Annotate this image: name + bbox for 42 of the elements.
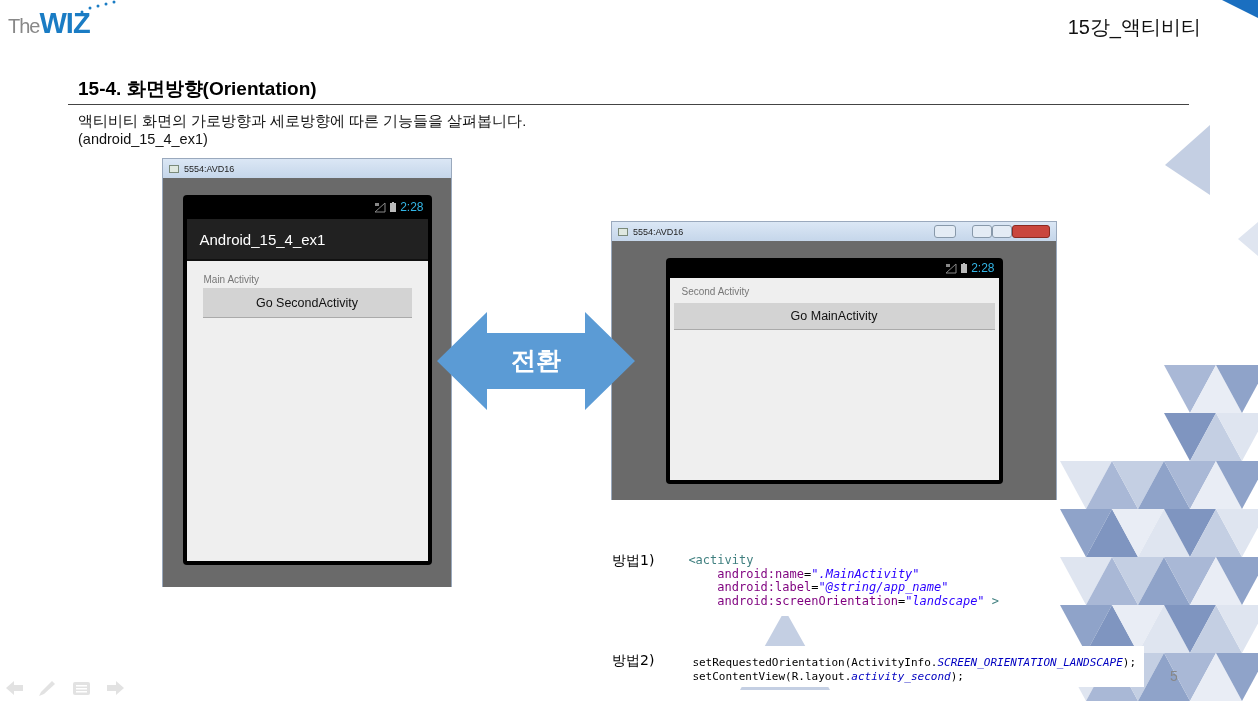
logo-text: WIZ [39, 8, 90, 38]
app-icon [618, 227, 628, 236]
arrow-label: 전환 [510, 345, 562, 376]
forward-arrow-icon[interactable] [106, 681, 124, 695]
app-icon [169, 164, 179, 173]
description-text: 액티비티 화면의 가로방향과 세로방향에 따른 기능들을 살펴봅니다. [78, 112, 527, 130]
maximize-button[interactable] [992, 225, 1012, 238]
app-title: Android_15_4_ex1 [199, 230, 326, 248]
clock-time: 2:28 [400, 200, 424, 214]
corner-triangle [1222, 0, 1258, 18]
signal-icon [374, 201, 387, 213]
signal-icon [945, 262, 958, 274]
method-label: 방법2) [612, 652, 655, 670]
activity-button[interactable]: Go SecondActivity [202, 288, 412, 318]
page-number: 5 [1170, 668, 1178, 684]
activity-button[interactable]: Go MainActivity [673, 303, 995, 330]
double-arrow-icon [437, 312, 635, 410]
code-line: android:label="@string/app_name" [716, 581, 950, 595]
close-button[interactable] [1012, 225, 1050, 238]
slide-title: 15-4. 화면방향(Orientation) [78, 77, 317, 101]
code-line: setContentView(R.layout.activity_second); [692, 669, 965, 683]
chapter-title: 15강_액티비티 [1067, 15, 1201, 41]
activity-label: Main Activity [202, 274, 261, 285]
battery-icon [961, 263, 968, 273]
sparkle-icon [78, 0, 118, 14]
back-arrow-icon[interactable] [6, 681, 24, 695]
window-title: 5554:AVD16 [633, 226, 684, 237]
clock-time: 2:28 [971, 261, 995, 275]
pen-icon[interactable] [39, 681, 55, 696]
code-line: <activity [688, 554, 755, 568]
project-name: (android_15_4_ex1) [78, 130, 209, 148]
battery-icon [390, 202, 397, 212]
code-line: setRequestedOrientation(ActivityInfo.SCREEN_ORIENTATION_LANDSCAPE); [692, 656, 1137, 670]
menu-icon[interactable] [73, 682, 90, 695]
activity-label: Second Activity [680, 286, 751, 297]
rotate-button[interactable] [934, 225, 956, 238]
method-label: 방법1) [612, 552, 655, 570]
code-line: android:screenOrientation="landscape" > [716, 594, 1000, 608]
window-title: 5554:AVD16 [184, 163, 235, 174]
code-line: android:name=".MainActivity" [717, 567, 920, 581]
minimize-button[interactable] [972, 225, 992, 238]
logo-text: The [8, 15, 40, 38]
